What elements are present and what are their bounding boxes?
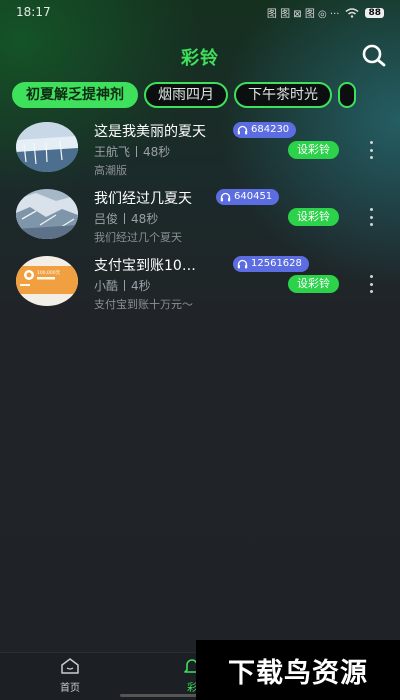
play-count-badge: 684230 (233, 122, 297, 138)
ringtone-duration: 48秒 (131, 212, 159, 226)
ringtone-description: 支付宝到账十万元～ (94, 298, 193, 311)
ringtone-description: 我们经过几个夏天 (94, 231, 182, 244)
ringtone-description: 高潮版 (94, 164, 127, 177)
ringtone-artist: 王航飞 (94, 145, 131, 159)
watermark-text: 下载鸟资源 (228, 657, 368, 689)
search-button[interactable] (360, 42, 388, 70)
home-icon (61, 658, 79, 674)
ringtone-title: 支付宝到账10… (94, 258, 196, 274)
dot (369, 275, 373, 278)
headphones-icon (237, 125, 248, 135)
ringtone-item[interactable]: 这是我美丽的夏天 684230 王航飞 48秒 高潮版 设彩铃 (0, 116, 400, 182)
page-title: 彩铃 (181, 48, 219, 69)
divider (124, 213, 126, 224)
headphones-icon (237, 259, 248, 269)
category-tabs: 初夏解乏提神剂 烟雨四月 下午茶时光 (12, 82, 400, 108)
dot (369, 148, 373, 152)
set-ringtone-button[interactable]: 设彩铃 (288, 208, 339, 226)
dot (369, 215, 373, 219)
nav-item-home[interactable]: 首页 (40, 657, 100, 694)
dot (369, 282, 373, 286)
set-ringtone-button[interactable]: 设彩铃 (288, 275, 339, 293)
headphones-icon (220, 192, 231, 202)
dot (369, 156, 373, 159)
ringtone-meta: 吕俊 48秒 (94, 210, 158, 227)
divider (136, 146, 138, 157)
ringtone-item[interactable]: 100,000元 支付宝到账10… 12561628 小酷 4秒 支付宝到账十万元… (0, 250, 400, 316)
watermark: 下载鸟资源 (196, 640, 400, 700)
set-ringtone-button[interactable]: 设彩铃 (288, 141, 339, 159)
wifi-icon (345, 7, 359, 18)
battery-indicator: 88 (365, 7, 384, 18)
ringtone-thumbnail: 100,000元 (16, 256, 78, 306)
dot (369, 208, 373, 211)
ringtone-title: 这是我美丽的夏天 (94, 124, 206, 140)
play-count: 684230 (251, 124, 290, 135)
category-tab[interactable]: 下午茶时光 (234, 82, 332, 108)
thumbnail-amount: 100,000元 (37, 270, 61, 276)
ringtone-title: 我们经过几夏天 (94, 191, 192, 207)
status-icons: 图 图 ⊠ 图 ◎ ··· 88 (267, 5, 384, 20)
category-tab[interactable]: 烟雨四月 (144, 82, 228, 108)
dot (369, 290, 373, 293)
status-icons-text: 图 图 ⊠ 图 ◎ ··· (266, 9, 340, 20)
status-time: 18:17 (16, 5, 51, 19)
play-count: 12561628 (251, 258, 302, 269)
nav-label: 首页 (60, 683, 80, 694)
category-tab[interactable]: 初夏解乏提神剂 (12, 82, 138, 108)
category-tab-partial[interactable] (338, 82, 356, 108)
ringtone-meta: 小酷 4秒 (94, 277, 151, 294)
more-options-button[interactable] (368, 208, 374, 226)
play-count-badge: 12561628 (233, 256, 309, 272)
header: 彩铃 (0, 40, 400, 74)
status-bar: 18:17 图 图 ⊠ 图 ◎ ··· 88 (0, 0, 400, 26)
ringtone-meta: 王航飞 48秒 (94, 143, 170, 160)
ringtone-duration: 4秒 (131, 279, 151, 293)
play-count: 640451 (234, 191, 273, 202)
ringtone-artist: 小酷 (94, 279, 119, 293)
dot (369, 141, 373, 144)
divider (124, 280, 126, 291)
ringtone-thumbnail (16, 122, 78, 172)
more-options-button[interactable] (368, 275, 374, 293)
more-options-button[interactable] (368, 141, 374, 159)
ringtone-item[interactable]: 我们经过几夏天 640451 吕俊 48秒 我们经过几个夏天 设彩铃 (0, 183, 400, 249)
dot (369, 223, 373, 226)
ringtone-artist: 吕俊 (94, 212, 119, 226)
ringtone-list: 这是我美丽的夏天 684230 王航飞 48秒 高潮版 设彩铃 我们经过几夏天 … (0, 116, 400, 317)
search-icon (362, 44, 386, 67)
ringtone-duration: 48秒 (143, 145, 171, 159)
play-count-badge: 640451 (216, 189, 280, 205)
ringtone-thumbnail (16, 189, 78, 239)
